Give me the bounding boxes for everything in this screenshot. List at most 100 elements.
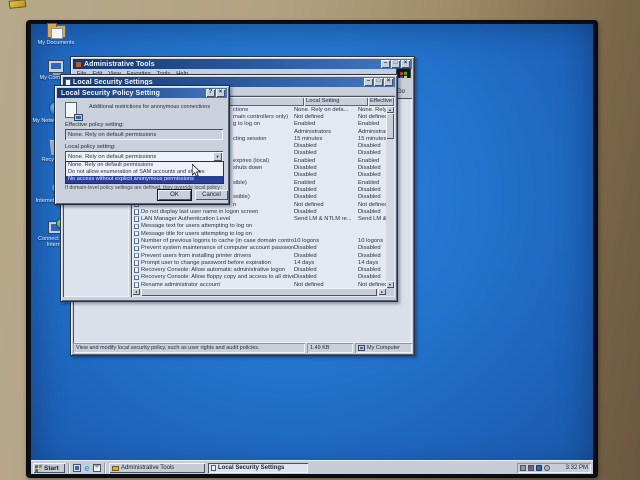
policy-local-setting: Disabled (294, 187, 358, 193)
policy-row[interactable]: Recovery Console: Allow automatic admini… (132, 267, 386, 274)
dialog-titlebar[interactable]: Local Security Policy Setting ? × (57, 88, 227, 98)
show-desktop-icon[interactable] (73, 464, 81, 472)
policy-effective-setting: Disabled (358, 143, 386, 149)
policy-doc-icon (134, 209, 139, 215)
my-computer-zone-icon (358, 345, 365, 351)
policy-effective-setting: Enabled (358, 180, 386, 186)
tray-icon-1[interactable] (520, 465, 526, 471)
close-icon[interactable]: × (384, 78, 393, 86)
policy-effective-setting: Disabled (358, 165, 386, 171)
policy-name: Number of previous logons to cache (in c… (141, 238, 294, 244)
combobox-value: None. Rely on default permissions (68, 154, 156, 160)
outlook-express-icon[interactable] (93, 464, 101, 472)
scroll-left-icon[interactable]: ◂ (132, 288, 140, 295)
policy-effective-setting: Enabled (358, 158, 386, 164)
taskbar-button-admin-tools[interactable]: Administrative Tools (109, 463, 205, 473)
policy-doc-icon (134, 238, 139, 244)
internet-explorer-quicklaunch-icon[interactable]: e (83, 464, 91, 472)
admin-tools-title: Administrative Tools (84, 61, 155, 68)
policy-local-setting: Send LM & NTLM re... (294, 216, 358, 222)
policy-doc-icon (134, 246, 139, 252)
policy-row[interactable]: LAN Manager Authentication LevelSend LM … (132, 215, 386, 222)
help-icon[interactable]: ? (206, 89, 215, 97)
desktop-icon-my-documents[interactable]: My Documents (32, 25, 80, 46)
policy-name: Message title for users attempting to lo… (141, 231, 294, 237)
policy-row[interactable]: Prompt user to change password before ex… (132, 259, 386, 266)
policy-row[interactable]: Rename administrator accountNot definedN… (132, 281, 386, 288)
policy-row[interactable]: Message title for users attempting to lo… (132, 230, 386, 237)
policy-effective-setting: 10 logons (358, 238, 386, 244)
tray-icon-3[interactable] (536, 465, 542, 471)
policy-row[interactable]: Prevent system maintenance of computer a… (132, 245, 386, 252)
policy-doc-icon (134, 224, 139, 230)
go-label: Go (397, 89, 405, 95)
close-icon[interactable]: × (401, 60, 410, 68)
policy-doc-icon (134, 275, 139, 281)
cancel-button[interactable]: Cancel (195, 190, 228, 200)
policy-effective-setting: None. Rely o (358, 107, 386, 113)
policy-name: LAN Manager Authentication Level (141, 216, 294, 222)
policy-local-setting: Disabled (294, 274, 358, 280)
column-local-setting[interactable]: Local Setting (304, 97, 368, 106)
policy-effective-setting: Not defined (358, 282, 386, 288)
minimize-icon[interactable]: – (381, 60, 390, 68)
policy-effective-setting: Disabled (358, 253, 386, 259)
folder-icon (112, 466, 119, 471)
policy-name: Recovery Console: Allow floppy copy and … (141, 274, 294, 280)
my-documents-icon (47, 25, 66, 38)
policy-row[interactable]: Do not display last user name in logon s… (132, 208, 386, 215)
admin-tools-icon (75, 61, 82, 68)
admin-statusbar: View and modify local security policy, s… (73, 343, 412, 353)
policy-local-setting: 10 logons (294, 238, 358, 244)
console-doc-icon (211, 465, 216, 471)
policy-local-setting: Disabled (294, 150, 358, 156)
chevron-down-icon[interactable]: ▾ (213, 152, 222, 161)
policy-effective-setting: Disabled (358, 187, 386, 193)
status-size: 1.49 KB (307, 343, 353, 353)
column-effective-setting[interactable]: Effective Sett (368, 97, 394, 106)
taskbar-button-local-security-settings[interactable]: Local Security Settings (208, 463, 308, 473)
dropdown-option[interactable]: No access without explicit anonymous per… (66, 176, 223, 183)
policy-effective-setting: Not defined (358, 202, 386, 208)
maximize-icon[interactable]: □ (374, 78, 383, 86)
policy-doc-icon (134, 282, 139, 288)
policy-name: Prompt user to change password before ex… (141, 260, 294, 266)
policy-doc-icon (134, 260, 139, 266)
start-button[interactable]: Start (33, 463, 65, 473)
policy-local-setting: None. Rely on defa... (294, 107, 358, 113)
policy-row[interactable]: Prevent users from installing printer dr… (132, 252, 386, 259)
horizontal-scrollbar[interactable]: ◂ ▸ (132, 288, 386, 296)
tray-icon-4[interactable] (544, 465, 550, 471)
policy-local-setting: Disabled (294, 209, 358, 215)
vertical-scroll-thumb[interactable] (386, 113, 394, 139)
tray-icon-2[interactable] (528, 465, 534, 471)
start-flag-icon (35, 464, 42, 472)
vertical-scrollbar[interactable]: ▴ ▾ (386, 106, 394, 288)
policy-local-setting: Disabled (294, 245, 358, 251)
ok-button[interactable]: OK (158, 190, 191, 200)
taskbar-divider (104, 463, 106, 473)
policy-name: Message text for users attempting to log… (141, 223, 294, 229)
scroll-up-icon[interactable]: ▴ (386, 106, 394, 113)
admin-tools-titlebar[interactable]: Administrative Tools – □ × (73, 59, 412, 69)
policy-local-setting: Disabled (294, 194, 358, 200)
policy-local-setting: 14 days (294, 260, 358, 266)
minimize-icon[interactable]: – (364, 78, 373, 86)
close-icon[interactable]: × (216, 89, 225, 97)
policy-effective-setting: Disabled (358, 274, 386, 280)
policy-row[interactable]: Message text for users attempting to log… (132, 223, 386, 230)
policy-row[interactable]: Number of previous logons to cache (in c… (132, 237, 386, 244)
local-policy-label: Local policy setting: (65, 144, 116, 150)
horizontal-scroll-thumb[interactable] (141, 288, 377, 296)
scroll-right-icon[interactable]: ▸ (378, 288, 386, 295)
policy-effective-setting: Send LM & NT (358, 216, 386, 222)
scroll-down-icon[interactable]: ▾ (386, 281, 394, 288)
policy-local-setting: 15 minutes (294, 136, 358, 142)
monitor-photo: My Documents My Computer My Network Plac… (0, 0, 640, 480)
policy-local-setting: Not defined (294, 114, 358, 120)
system-tray: 3:32 PM (517, 463, 591, 473)
start-label: Start (44, 465, 59, 472)
status-zone-label: My Computer (367, 345, 400, 351)
policy-row[interactable]: Recovery Console: Allow floppy copy and … (132, 274, 386, 281)
maximize-icon[interactable]: □ (391, 60, 400, 68)
